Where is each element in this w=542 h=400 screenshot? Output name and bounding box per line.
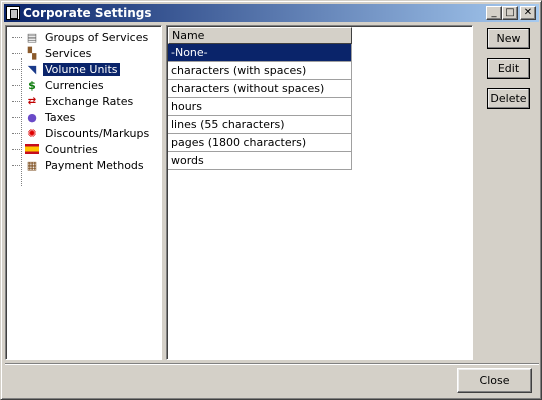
window-title: Corporate Settings	[23, 6, 152, 20]
tree-item-label: Countries	[45, 142, 98, 156]
corporate-settings-window: Corporate Settings _ □ ✕ ▤ Groups of Ser…	[0, 0, 542, 400]
tree-item-countries[interactable]: Countries	[12, 141, 100, 157]
table-row[interactable]: characters (without spaces)	[168, 80, 352, 98]
services-icon: ▚	[27, 46, 37, 60]
table-row[interactable]: pages (1800 characters)	[168, 134, 352, 152]
delete-button[interactable]: Delete	[487, 88, 530, 109]
settings-tree[interactable]: ▤ Groups of Services ▚ Services ◥ Volume…	[5, 25, 162, 360]
maximize-button[interactable]: □	[502, 6, 518, 20]
tree-item-groups-of-services[interactable]: ▤ Groups of Services	[12, 29, 150, 45]
tree-item-label: Taxes	[45, 110, 76, 124]
title-bar[interactable]: Corporate Settings _ □ ✕	[4, 4, 539, 22]
tree-item-volume-units[interactable]: ◥ Volume Units	[12, 61, 120, 77]
minimize-icon: _	[491, 7, 497, 18]
column-header-name[interactable]: Name	[168, 27, 352, 44]
tree-item-label: Payment Methods	[45, 158, 144, 172]
tree-item-discounts-markups[interactable]: ✺ Discounts/Markups	[12, 125, 151, 141]
maximize-icon: □	[505, 7, 515, 18]
groups-icon: ▤	[26, 30, 38, 44]
tree-item-currencies[interactable]: $ Currencies	[12, 77, 106, 93]
minimize-button[interactable]: _	[486, 6, 502, 20]
tree-item-label: Services	[45, 46, 92, 60]
taxes-icon: ●	[27, 110, 37, 124]
tree-item-label: Exchange Rates	[45, 94, 134, 108]
dollar-icon: $	[28, 78, 36, 92]
flag-icon	[25, 144, 39, 154]
tree-item-label: Currencies	[45, 78, 104, 92]
divider	[5, 363, 539, 365]
app-icon	[6, 6, 20, 20]
close-window-button[interactable]: ✕	[520, 6, 536, 20]
tree-item-label: Discounts/Markups	[45, 126, 150, 140]
close-icon: ✕	[523, 7, 533, 18]
volume-units-icon: ◥	[27, 62, 37, 76]
table-row[interactable]: characters (with spaces)	[168, 62, 352, 80]
close-button[interactable]: Close	[457, 368, 532, 393]
payment-icon: ▦	[26, 158, 38, 172]
tree-item-payment-methods[interactable]: ▦ Payment Methods	[12, 157, 146, 173]
edit-button[interactable]: Edit	[487, 58, 530, 79]
tree-item-label: Volume Units	[43, 62, 120, 76]
new-button[interactable]: New	[487, 28, 530, 49]
discount-icon: ✺	[27, 126, 37, 140]
table-row[interactable]: -None-	[168, 44, 352, 62]
tree-item-label: Groups of Services	[45, 30, 149, 44]
exchange-arrows-icon: ⇄	[27, 95, 37, 107]
tree-item-services[interactable]: ▚ Services	[12, 45, 93, 61]
table-row[interactable]: lines (55 characters)	[168, 116, 352, 134]
table-row[interactable]: words	[168, 152, 352, 170]
table-row[interactable]: hours	[168, 98, 352, 116]
tree-item-exchange-rates[interactable]: ⇄ Exchange Rates	[12, 93, 135, 109]
tree-item-taxes[interactable]: ● Taxes	[12, 109, 77, 125]
volume-units-grid[interactable]: Name -None- characters (with spaces) cha…	[166, 25, 473, 360]
